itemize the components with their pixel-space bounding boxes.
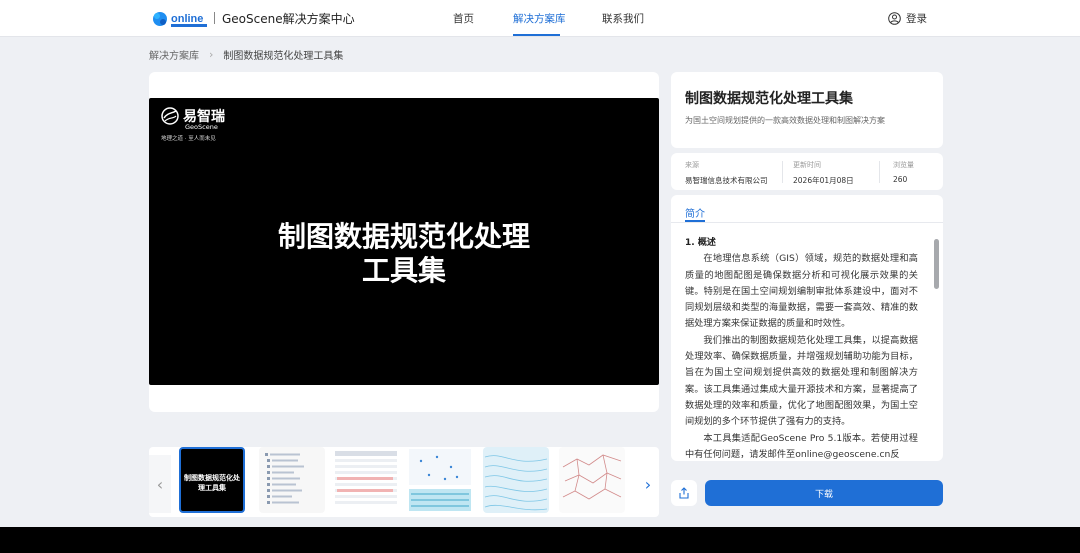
description-paragraph: 我们推出的制图数据规范化处理工具集，以提高数据处理效率、确保数据质量，并增强规划… — [685, 334, 918, 428]
nav-solution-library[interactable]: 解决方案库 — [513, 11, 566, 26]
active-nav-indicator — [513, 34, 560, 36]
thumb-next-button[interactable]: › — [637, 455, 659, 513]
breadcrumb-root[interactable]: 解决方案库 — [149, 47, 199, 62]
solution-meta-card: 来源 易智瑞信息技术有限公司 更新时间 2026年01月08日 浏览量 260 — [671, 153, 943, 190]
logo-text: online — [171, 13, 203, 25]
thumbnail-3[interactable] — [333, 447, 399, 513]
thumbnail-map-image — [409, 449, 471, 511]
online-logo[interactable]: online — [152, 8, 210, 30]
brand-logo: 易智瑞 GeoScene 地理之道 · 至人而未见 — [161, 106, 225, 142]
thumbnail-contour-image — [484, 455, 548, 511]
thumbnail-2[interactable] — [259, 447, 325, 513]
meta-updated-value: 2026年01月08日 — [793, 176, 854, 185]
user-icon — [888, 11, 901, 25]
tab-intro[interactable]: 简介 — [685, 205, 705, 220]
meta-views: 浏览量 260 — [893, 160, 914, 184]
share-button[interactable] — [671, 480, 697, 506]
description-paragraph: 在地理信息系统（GIS）领域，规范的数据处理和高质量的地图配图是确保数据分析和可… — [685, 253, 918, 330]
chevron-right-icon: › — [209, 48, 214, 61]
thumb-prev-button[interactable]: ‹ — [149, 455, 171, 513]
meta-views-value: 260 — [893, 175, 908, 184]
thumbnail-1[interactable]: 制图数据规范化处理工具集 — [179, 447, 245, 513]
description-body: 1. 概述 在地理信息系统（GIS）领域，规范的数据处理和高质量的地图配图是确保… — [685, 235, 918, 461]
meta-updated: 更新时间 2026年01月08日 — [793, 160, 854, 186]
thumbnail-4[interactable] — [407, 447, 473, 513]
chevron-left-icon: ‹ — [156, 474, 164, 494]
meta-divider — [782, 161, 783, 183]
meta-views-label: 浏览量 — [893, 161, 914, 169]
preview-title: 制图数据规范化处理 工具集 — [149, 220, 659, 288]
download-button[interactable]: 下载 — [705, 480, 943, 506]
preview-title-line1: 制图数据规范化处理 — [277, 220, 530, 253]
brand-tagline: 地理之道 · 至人而未见 — [161, 136, 216, 142]
meta-source-label: 来源 — [685, 161, 699, 169]
description-scrollbar[interactable] — [934, 239, 939, 289]
thumbnail-6[interactable] — [559, 447, 625, 513]
preview-title-line2: 工具集 — [361, 254, 446, 287]
solution-subtitle: 为国土空间规划提供的一款高效数据处理和制图解决方案 — [685, 116, 885, 125]
thumbnail-boundary-image — [562, 454, 622, 500]
bottom-bar — [0, 527, 1080, 553]
share-icon — [679, 487, 689, 499]
preview-card: 易智瑞 GeoScene 地理之道 · 至人而未见 制图数据规范化处理 工具集 — [149, 72, 659, 412]
brand-globe-icon — [161, 107, 179, 125]
meta-source-value: 易智瑞信息技术有限公司 — [685, 176, 768, 185]
brand-sub: GeoScene — [185, 123, 218, 131]
nav-home[interactable]: 首页 — [453, 11, 474, 26]
meta-divider — [879, 161, 880, 183]
nav-contact[interactable]: 联系我们 — [602, 11, 644, 26]
solution-info-card: 制图数据规范化处理工具集 为国土空间规划提供的一款高效数据处理和制图解决方案 — [671, 72, 943, 148]
login-button[interactable]: 登录 — [888, 10, 927, 26]
logo-divider — [214, 12, 215, 24]
meta-source: 来源 易智瑞信息技术有限公司 — [685, 160, 768, 186]
chevron-right-icon: › — [644, 474, 652, 494]
description-card: 简介 1. 概述 在地理信息系统（GIS）领域，规范的数据处理和高质量的地图配图… — [671, 195, 943, 461]
breadcrumb: 解决方案库 › 制图数据规范化处理工具集 — [149, 47, 343, 62]
thumbnail-table-image — [335, 451, 397, 504]
breadcrumb-current: 制图数据规范化处理工具集 — [223, 51, 344, 62]
solution-title: 制图数据规范化处理工具集 — [685, 91, 853, 107]
description-heading: 1. 概述 — [685, 238, 716, 248]
preview-image: 易智瑞 GeoScene 地理之道 · 至人而未见 制图数据规范化处理 工具集 — [149, 98, 659, 385]
tab-divider — [671, 222, 943, 223]
login-label: 登录 — [906, 12, 927, 25]
thumbnail-title: 制图数据规范化处理工具集 — [184, 474, 240, 492]
thumbnail-5[interactable] — [483, 447, 549, 513]
description-paragraph: 本工具集适配GeoScene Pro 5.1版本。若使用过程中有任何问题，请发邮… — [685, 432, 918, 460]
thumbnail-strip: ‹ 制图数据规范化处理工具集 › — [149, 447, 659, 517]
site-title: GeoScene解决方案中心 — [222, 12, 355, 26]
top-navigation-bar: online GeoScene解决方案中心 首页 解决方案库 联系我们 登录 — [0, 0, 1080, 37]
meta-updated-label: 更新时间 — [793, 161, 821, 169]
thumbnail-tree-image — [265, 453, 304, 504]
